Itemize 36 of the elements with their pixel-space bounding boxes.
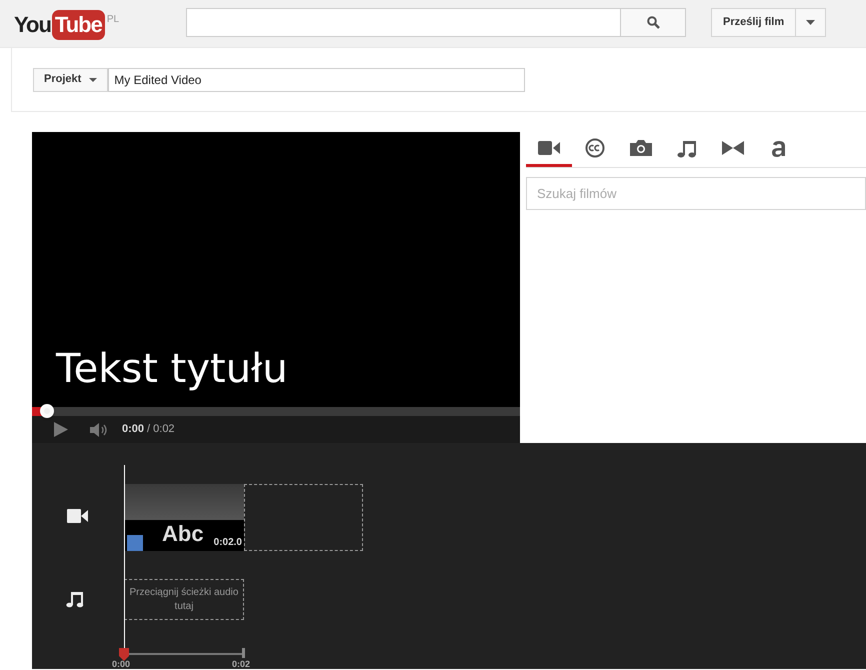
ruler-label: 0:02	[232, 659, 250, 669]
cc-icon	[585, 138, 605, 158]
logo-tube-badge: Tube	[52, 10, 105, 40]
camera-icon	[630, 140, 652, 156]
text-clip-badge-icon	[127, 535, 143, 551]
title-overlay-text: Tekst tytułu	[56, 345, 288, 393]
letter-a-icon	[771, 139, 787, 157]
clip-duration: 0:02.0	[214, 536, 242, 550]
search-field[interactable]	[186, 8, 621, 37]
caret-icon	[89, 78, 98, 82]
music-note-icon	[677, 138, 697, 158]
video-track-icon	[67, 509, 88, 523]
music-note-icon	[66, 591, 84, 608]
audio-drop-hint: Przeciągnij ścieżki audio tutaj	[128, 586, 240, 614]
video-camera-icon	[538, 141, 560, 155]
bowtie-icon	[722, 141, 744, 155]
search-button[interactable]	[621, 8, 686, 37]
progress-track[interactable]	[32, 407, 520, 416]
ruler-end-tick	[242, 648, 245, 658]
ruler-label: 0:00	[112, 659, 130, 669]
title-clip[interactable]: Abc 0:02.0	[124, 484, 244, 551]
play-icon[interactable]	[54, 422, 68, 437]
project-title-field[interactable]: My Edited Video	[108, 68, 526, 92]
video-search-field[interactable]: Szukaj filmów	[526, 177, 866, 210]
total-time: / 0:02	[147, 422, 175, 438]
volume-icon[interactable]	[90, 422, 108, 436]
region-label: PL	[106, 12, 120, 26]
current-time: 0:00	[122, 422, 144, 438]
upload-button[interactable]: Prześlij film	[711, 8, 796, 37]
clip-title: Abc	[162, 522, 204, 546]
caret-icon	[806, 20, 816, 25]
project-menu-button[interactable]: Projekt	[33, 68, 108, 92]
search-icon	[646, 16, 660, 29]
logo-you-text: You	[14, 10, 51, 38]
playhead-handle-icon[interactable]	[119, 648, 129, 661]
upload-menu-button[interactable]	[796, 8, 826, 37]
